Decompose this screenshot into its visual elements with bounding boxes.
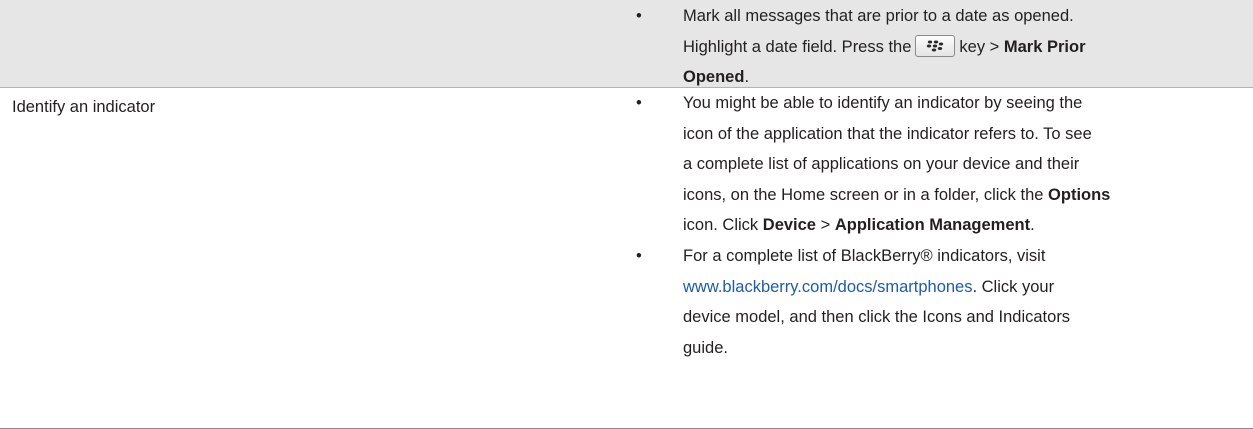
text-segment: key > [959, 37, 1000, 56]
text-segment: Highlight a date field. Press the [683, 37, 912, 56]
text-line: Highlight a date field. Press the key > M… [683, 32, 1143, 63]
text-line: Mark all messages that are prior to a da… [683, 7, 1074, 25]
list-item-text: Mark all messages that are prior to a da… [683, 1, 1143, 93]
bullet: • [636, 7, 642, 25]
text-segment: . [744, 68, 750, 86]
text-line: www.blackberry.com/docs/smartphones. Cli… [683, 272, 1143, 303]
blackberry-docs-link[interactable]: www.blackberry.com/docs/smartphones [683, 278, 972, 296]
table-cell-content: • You might be able to identify an indic… [628, 88, 1253, 428]
bullet: • [636, 247, 642, 265]
list-item-text: You might be able to identify an indicat… [683, 88, 1143, 241]
text-line: icon of the application that the indicat… [683, 124, 1092, 143]
text-segment: icon. Click [683, 216, 759, 234]
text-line: icon. Click Device > Application Managem… [683, 210, 1143, 241]
table-row-mark-prior-opened: • Mark all messages that are prior to a … [0, 0, 1253, 88]
menu-command-opened: Opened [683, 68, 745, 86]
device-label: Device [762, 216, 816, 234]
text-segment: . [1030, 216, 1035, 234]
text-segment: icons, on the Home screen or in a folder… [683, 185, 1044, 204]
row-label-identify-indicator: Identify an indicator [12, 98, 156, 116]
text-line: guide. [683, 338, 728, 357]
list-item-text: For a complete list of BlackBerry® indic… [683, 241, 1143, 363]
text-line: icons, on the Home screen or in a folder… [683, 180, 1143, 211]
table-cell-label [0, 0, 628, 87]
help-table: • Mark all messages that are prior to a … [0, 0, 1253, 429]
bullet: • [636, 94, 642, 112]
menu-command-mark-prior: Mark Prior [1003, 37, 1086, 56]
text-line: For a complete list of BlackBerry® indic… [683, 247, 1046, 265]
blackberry-menu-key-icon [915, 34, 956, 57]
text-line: device model, and then click the Icons a… [683, 308, 1071, 326]
options-label: Options [1048, 185, 1111, 204]
text-segment: . Click your [972, 277, 1055, 296]
text-line: a complete list of applications on your … [683, 155, 1080, 173]
table-cell-content: • Mark all messages that are prior to a … [628, 0, 1253, 87]
application-management-label: Application Management [834, 216, 1031, 234]
table-row-identify-indicator: Identify an indicator • You might be abl… [0, 88, 1253, 429]
text-line: You might be able to identify an indicat… [683, 94, 1083, 112]
text-segment: > [820, 216, 831, 234]
table-cell-label: Identify an indicator [0, 88, 628, 428]
